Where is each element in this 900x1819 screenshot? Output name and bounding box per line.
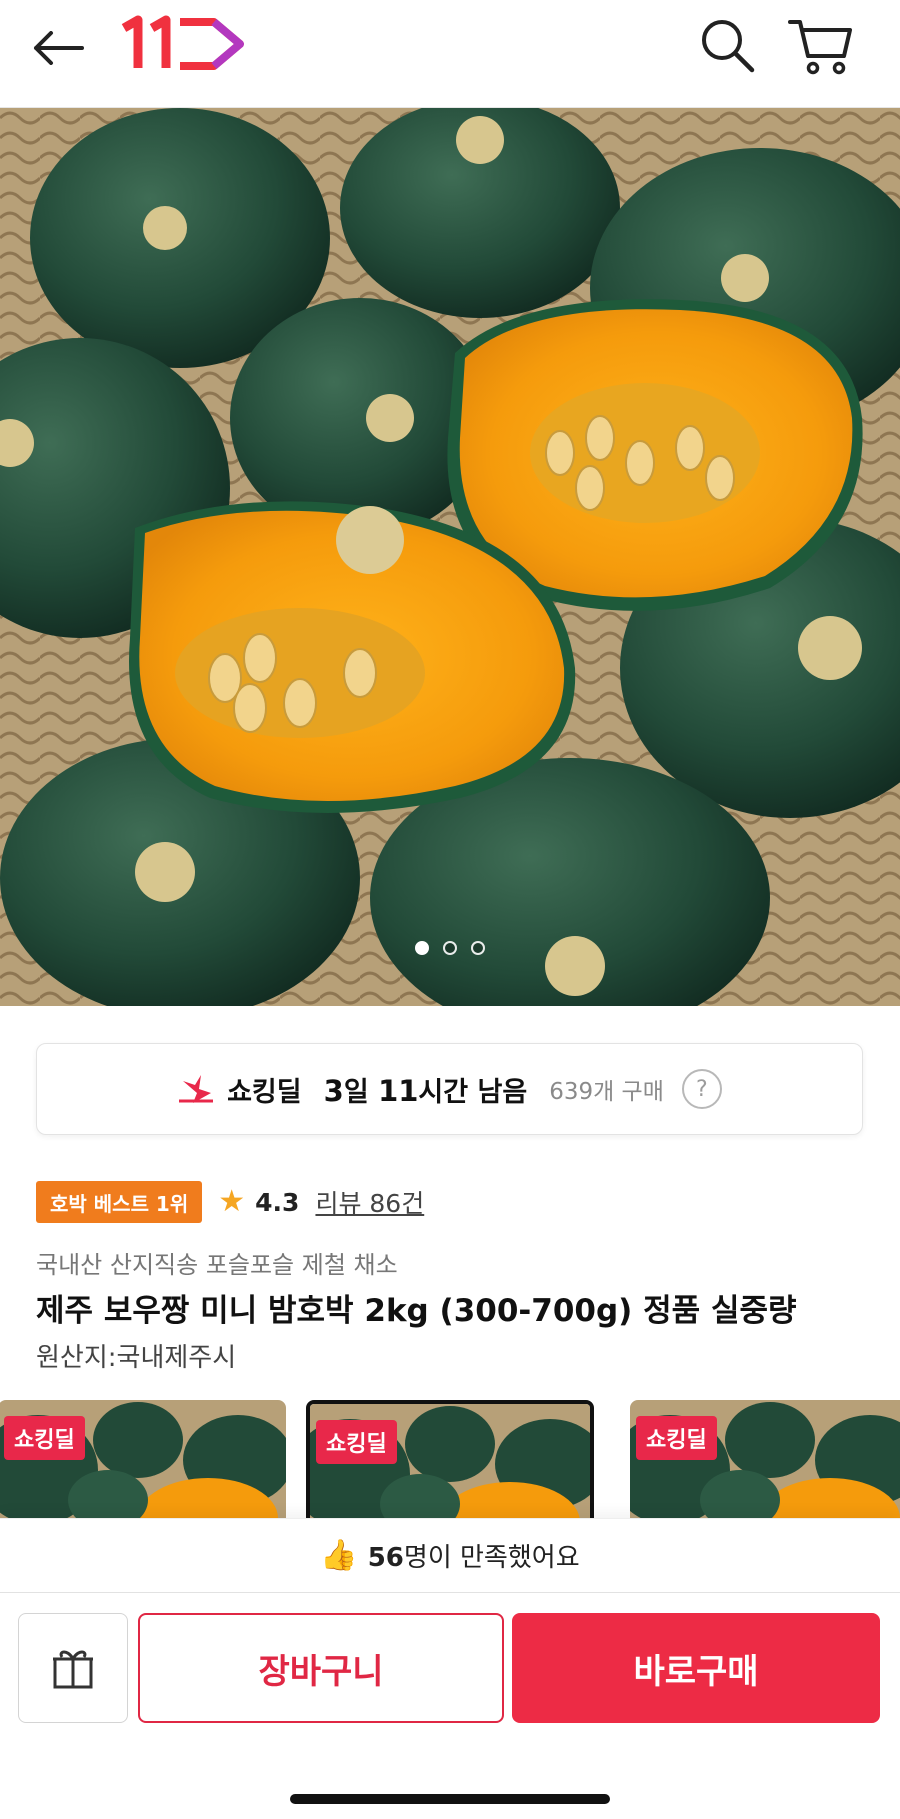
eleven-street-logo[interactable] [118, 14, 250, 74]
lightning-deal-icon [179, 1075, 214, 1103]
product-subtitle: 국내산 산지직송 포슬포슬 제철 채소 [36, 1251, 398, 1279]
satisfaction-text: 56명이 만족했어요 [367, 1543, 580, 1573]
search-button[interactable] [696, 14, 760, 78]
carousel-indicator [0, 941, 900, 955]
thumbnail-badge: 쇼킹딜 [316, 1420, 397, 1464]
purchase-count: 639개 구매 [549, 1079, 664, 1105]
logo-icon [121, 15, 244, 70]
add-to-cart-button[interactable]: 장바구니 [138, 1613, 504, 1723]
gift-icon [53, 1650, 93, 1689]
deal-time-left: 3일 11시간 남음 [323, 1073, 528, 1108]
search-icon [702, 20, 755, 73]
star-icon: ★ [218, 1184, 246, 1219]
rating-row: 호박 베스트 1위 ★ 4.3 리뷰 86건 [36, 1181, 424, 1223]
arrow-left-icon [34, 31, 84, 65]
carousel-dot[interactable] [443, 941, 457, 955]
bottom-action-bar: 장바구니 바로구매 [0, 1592, 900, 1819]
cart-button[interactable] [786, 12, 856, 76]
deal-name: 쇼킹딜 [227, 1076, 302, 1108]
thumbs-up-icon: 👍 [320, 1538, 358, 1573]
review-link[interactable]: 리뷰 86건 [315, 1184, 424, 1220]
home-indicator [290, 1794, 610, 1804]
product-image-carousel[interactable] [0, 108, 900, 1006]
buy-now-button[interactable]: 바로구매 [512, 1613, 880, 1723]
option-thumbnails: 쇼킹딜 쇼킹딜 쇼킹딜 [0, 1400, 900, 1518]
rank-badge[interactable]: 호박 베스트 1위 [36, 1181, 203, 1223]
back-button[interactable] [28, 18, 88, 78]
carousel-dot[interactable] [415, 941, 429, 955]
product-title: 제주 보우짱 미니 밤호박 2kg (300-700g) 정품 실중량 [36, 1293, 797, 1329]
help-icon[interactable]: ? [681, 1069, 722, 1109]
thumbnail-badge: 쇼킹딜 [636, 1416, 717, 1460]
product-origin: 원산지:국내제주시 [36, 1343, 237, 1373]
pumpkin-photo [0, 108, 900, 1006]
satisfaction-banner: 👍 56명이 만족했어요 [0, 1518, 900, 1592]
carousel-dot[interactable] [471, 941, 485, 955]
top-header [0, 0, 900, 108]
thumbnail-option[interactable]: 쇼킹딜 [630, 1400, 900, 1518]
rating-value: 4.3 [255, 1187, 300, 1217]
thumbnail-option[interactable]: 쇼킹딜 [0, 1400, 286, 1518]
cart-icon [788, 20, 852, 75]
thumbnail-option-selected[interactable]: 쇼킹딜 [306, 1400, 594, 1518]
gift-button[interactable] [18, 1613, 128, 1723]
thumbnail-badge: 쇼킹딜 [4, 1416, 85, 1460]
shocking-deal-bar: 쇼킹딜 3일 11시간 남음 639개 구매 ? [36, 1043, 863, 1135]
